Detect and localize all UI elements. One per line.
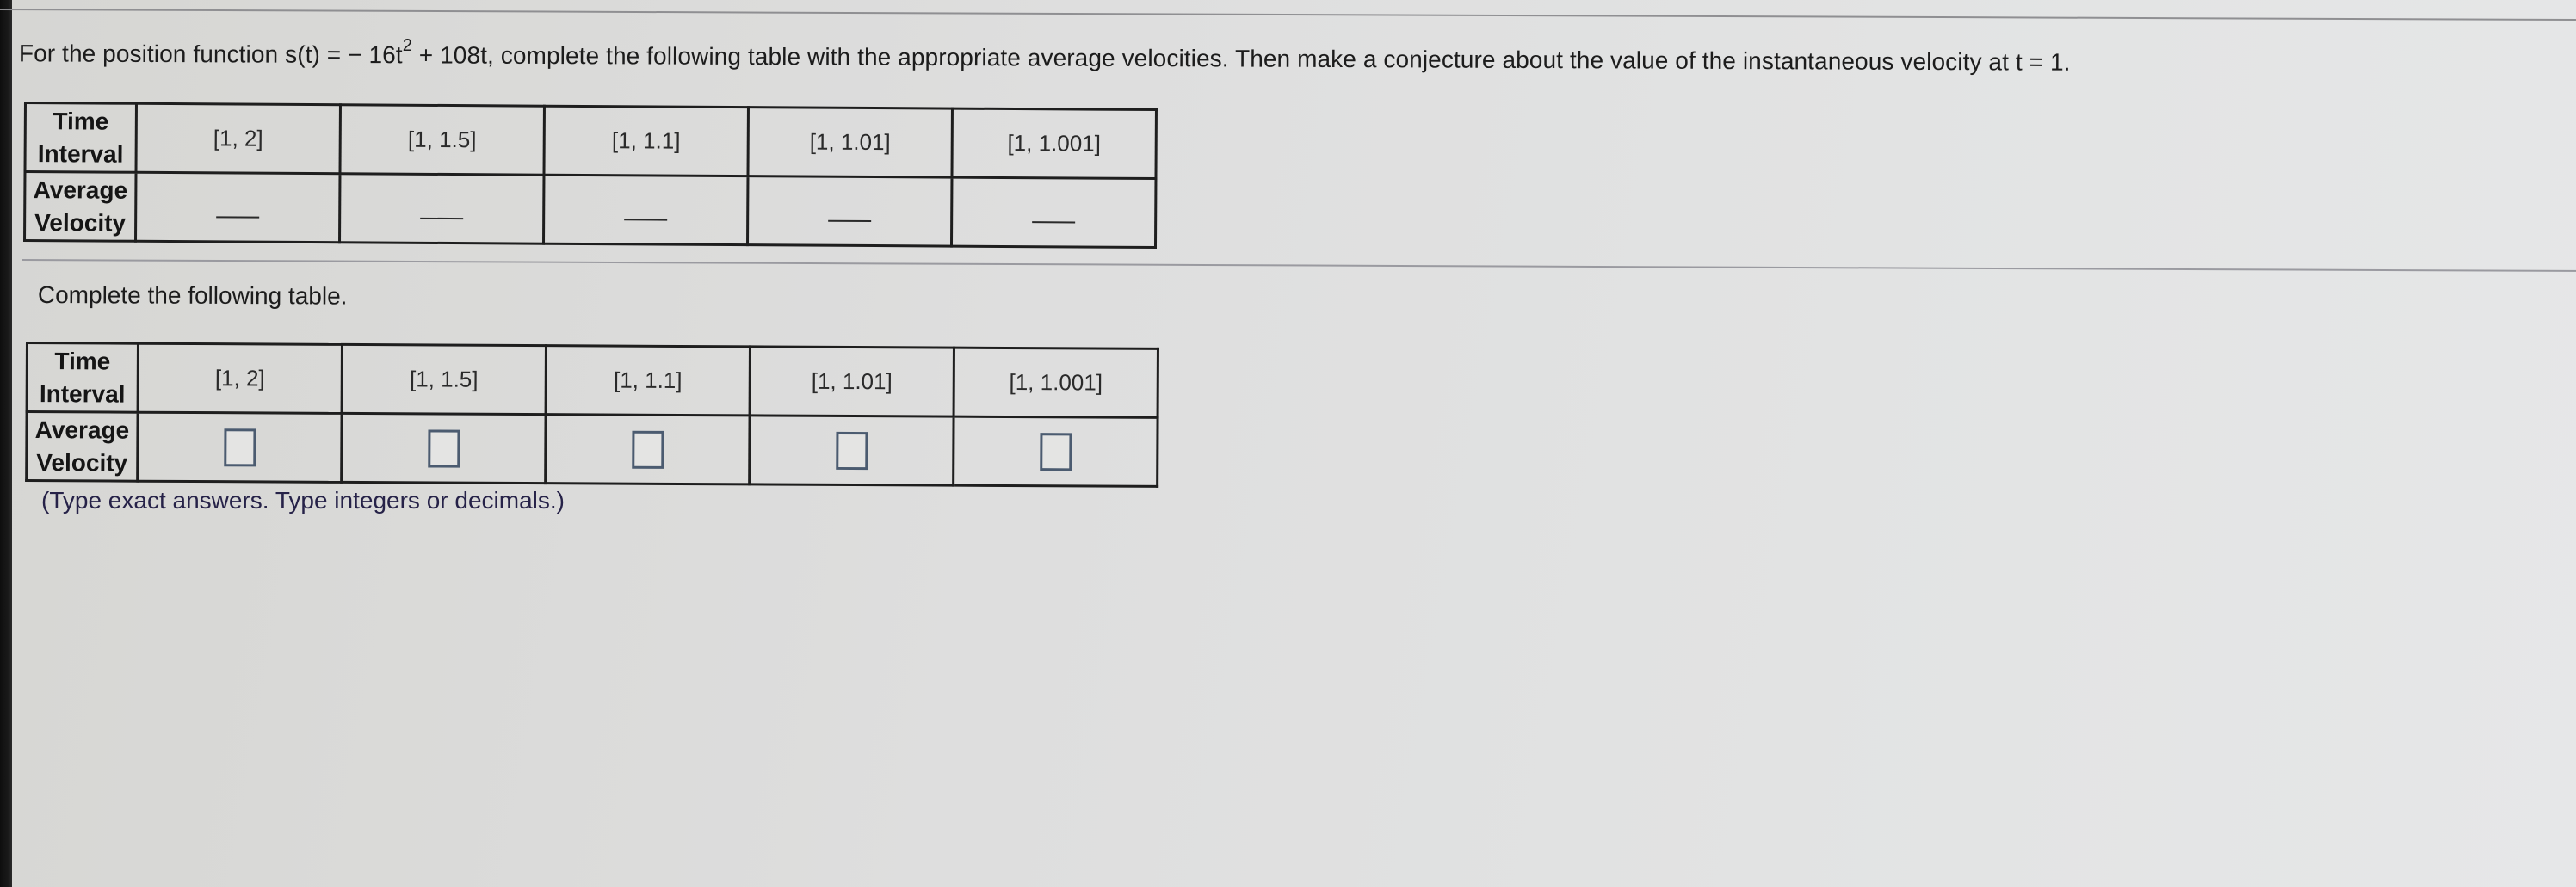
time-interval-row: Time Interval [1, 2] [1, 1.5] [1, 1.1] […	[27, 342, 1158, 418]
header-line: Time	[54, 347, 111, 375]
velocity-blank-cell	[951, 177, 1156, 248]
interval-cell: [1, 1.001]	[954, 348, 1158, 418]
average-velocity-row: Average Velocity	[26, 411, 1158, 487]
answer-cell	[341, 413, 547, 484]
answer-input-5[interactable]	[1039, 433, 1072, 471]
time-interval-header: Time Interval	[27, 342, 139, 413]
interval-cell: [1, 1.1]	[546, 345, 751, 416]
header-line: Time	[53, 107, 109, 135]
answer-input-2[interactable]	[427, 429, 460, 468]
reference-table: Time Interval [1, 2] [1, 1.5] [1, 1.1] […	[23, 102, 1158, 249]
velocity-blank-cell	[339, 173, 544, 244]
header-line: Velocity	[34, 208, 127, 237]
blank-line	[624, 219, 668, 221]
answer-cell	[749, 415, 954, 486]
interval-cell: [1, 1.001]	[951, 108, 1157, 179]
time-interval-header: Time Interval	[25, 102, 137, 173]
answer-format-hint: (Type exact answers. Type integers or de…	[41, 487, 565, 514]
device-bezel	[0, 0, 12, 887]
interval-cell: [1, 2]	[138, 343, 343, 414]
answer-cell	[953, 416, 1158, 487]
velocity-blank-cell	[543, 175, 748, 245]
header-line: Average	[33, 176, 128, 204]
answer-input-1[interactable]	[223, 428, 256, 467]
interval-cell: [1, 1.01]	[747, 107, 953, 178]
header-line: Interval	[39, 379, 126, 408]
section-prompt: Complete the following table.	[37, 281, 348, 310]
interval-cell: [1, 2]	[135, 103, 341, 174]
header-line: Velocity	[36, 448, 128, 477]
average-velocity-row: Average Velocity	[24, 171, 1156, 248]
velocity-blank-cell	[747, 176, 952, 247]
interval-cell: [1, 1.5]	[339, 104, 545, 176]
blank-line	[1032, 221, 1076, 224]
answer-cell	[545, 414, 751, 484]
header-line: Average	[34, 416, 130, 444]
average-velocity-header: Average Velocity	[26, 411, 139, 482]
answer-input-3[interactable]	[631, 430, 664, 469]
answer-table: Time Interval [1, 2] [1, 1.5] [1, 1.1] […	[25, 342, 1159, 488]
average-velocity-header: Average Velocity	[24, 171, 136, 242]
interval-cell: [1, 1.1]	[543, 106, 749, 176]
time-interval-row: Time Interval [1, 2] [1, 1.5] [1, 1.1] […	[25, 102, 1157, 179]
blank-line	[828, 219, 872, 223]
blank-line	[420, 217, 464, 220]
answer-cell	[137, 412, 343, 483]
header-line: Interval	[37, 139, 124, 168]
question-exponent: 2	[402, 35, 413, 55]
blank-line	[216, 216, 260, 219]
question-prefix: For the position function s(t) = − 16t	[18, 40, 403, 69]
velocity-blank-cell	[135, 172, 340, 243]
answer-input-4[interactable]	[835, 431, 868, 471]
interval-cell: [1, 1.01]	[750, 346, 954, 417]
interval-cell: [1, 1.5]	[342, 344, 547, 415]
